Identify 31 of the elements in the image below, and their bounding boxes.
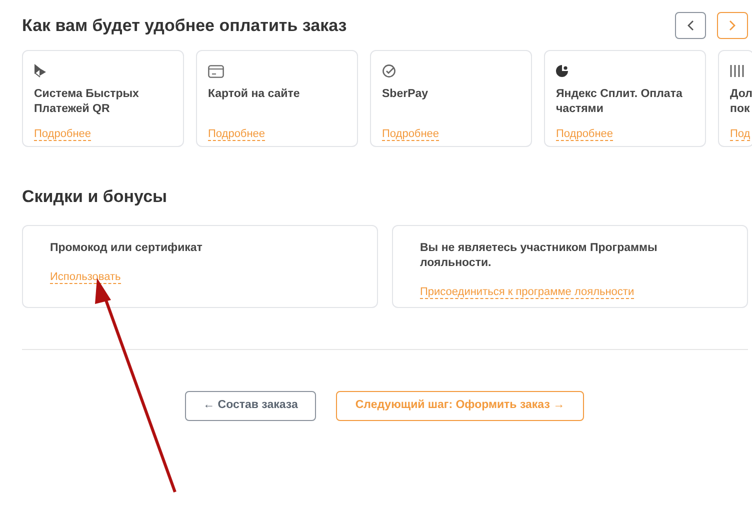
details-link[interactable]: Подробнее xyxy=(208,128,266,141)
payment-method-name: Система Быстрых Платежей QR xyxy=(34,87,140,117)
next-step-button[interactable]: Следующий шаг: Оформить заказ → xyxy=(336,390,584,420)
check-circle-icon xyxy=(382,64,396,78)
bonus-link[interactable]: Присоединиться к программе лояльности xyxy=(420,286,634,298)
section-title: Скидки и бонусы xyxy=(22,186,168,208)
chevron-right-icon xyxy=(729,20,736,31)
details-link[interactable]: Под xyxy=(730,128,750,141)
section-title: Как вам будет удобнее оплатить заказ xyxy=(22,15,347,37)
split-logo-icon xyxy=(556,65,568,77)
payment-method-card[interactable]: Картой на сайте Подробнее xyxy=(196,50,358,147)
payment-method-name: SberPay xyxy=(382,87,430,102)
payment-method-name: Яндекс Сплит. Оплата частями xyxy=(556,87,684,117)
next-button[interactable] xyxy=(717,12,748,39)
payment-method-card[interactable]: Система Быстрых Платежей QR Подробнее xyxy=(22,50,184,147)
back-button[interactable]: ← Состав заказа xyxy=(185,390,316,420)
payment-method-card[interactable]: Яндекс Сплит. Оплата частями Подробнее xyxy=(544,50,706,147)
sbp-logo-icon xyxy=(34,64,46,78)
card-icon xyxy=(208,64,224,78)
payment-method-name: Дол пок xyxy=(730,87,751,117)
details-link[interactable]: Подробнее xyxy=(34,128,92,141)
bonus-card-text: Промокод или сертификат xyxy=(50,240,204,256)
bars-icon xyxy=(730,65,744,77)
payment-method-card[interactable]: Дол пок Под xyxy=(718,50,752,147)
bonus-card-text: Вы не являетесь участником Программы лояльности. xyxy=(420,240,658,270)
details-link[interactable]: Подробнее xyxy=(382,128,440,141)
payment-method-name: Картой на сайте xyxy=(208,87,301,102)
previous-button[interactable] xyxy=(675,12,706,39)
payment-method-card[interactable]: SberPay Подробнее xyxy=(370,50,532,147)
details-link[interactable]: Подробнее xyxy=(556,128,614,141)
chevron-left-icon xyxy=(687,20,694,31)
